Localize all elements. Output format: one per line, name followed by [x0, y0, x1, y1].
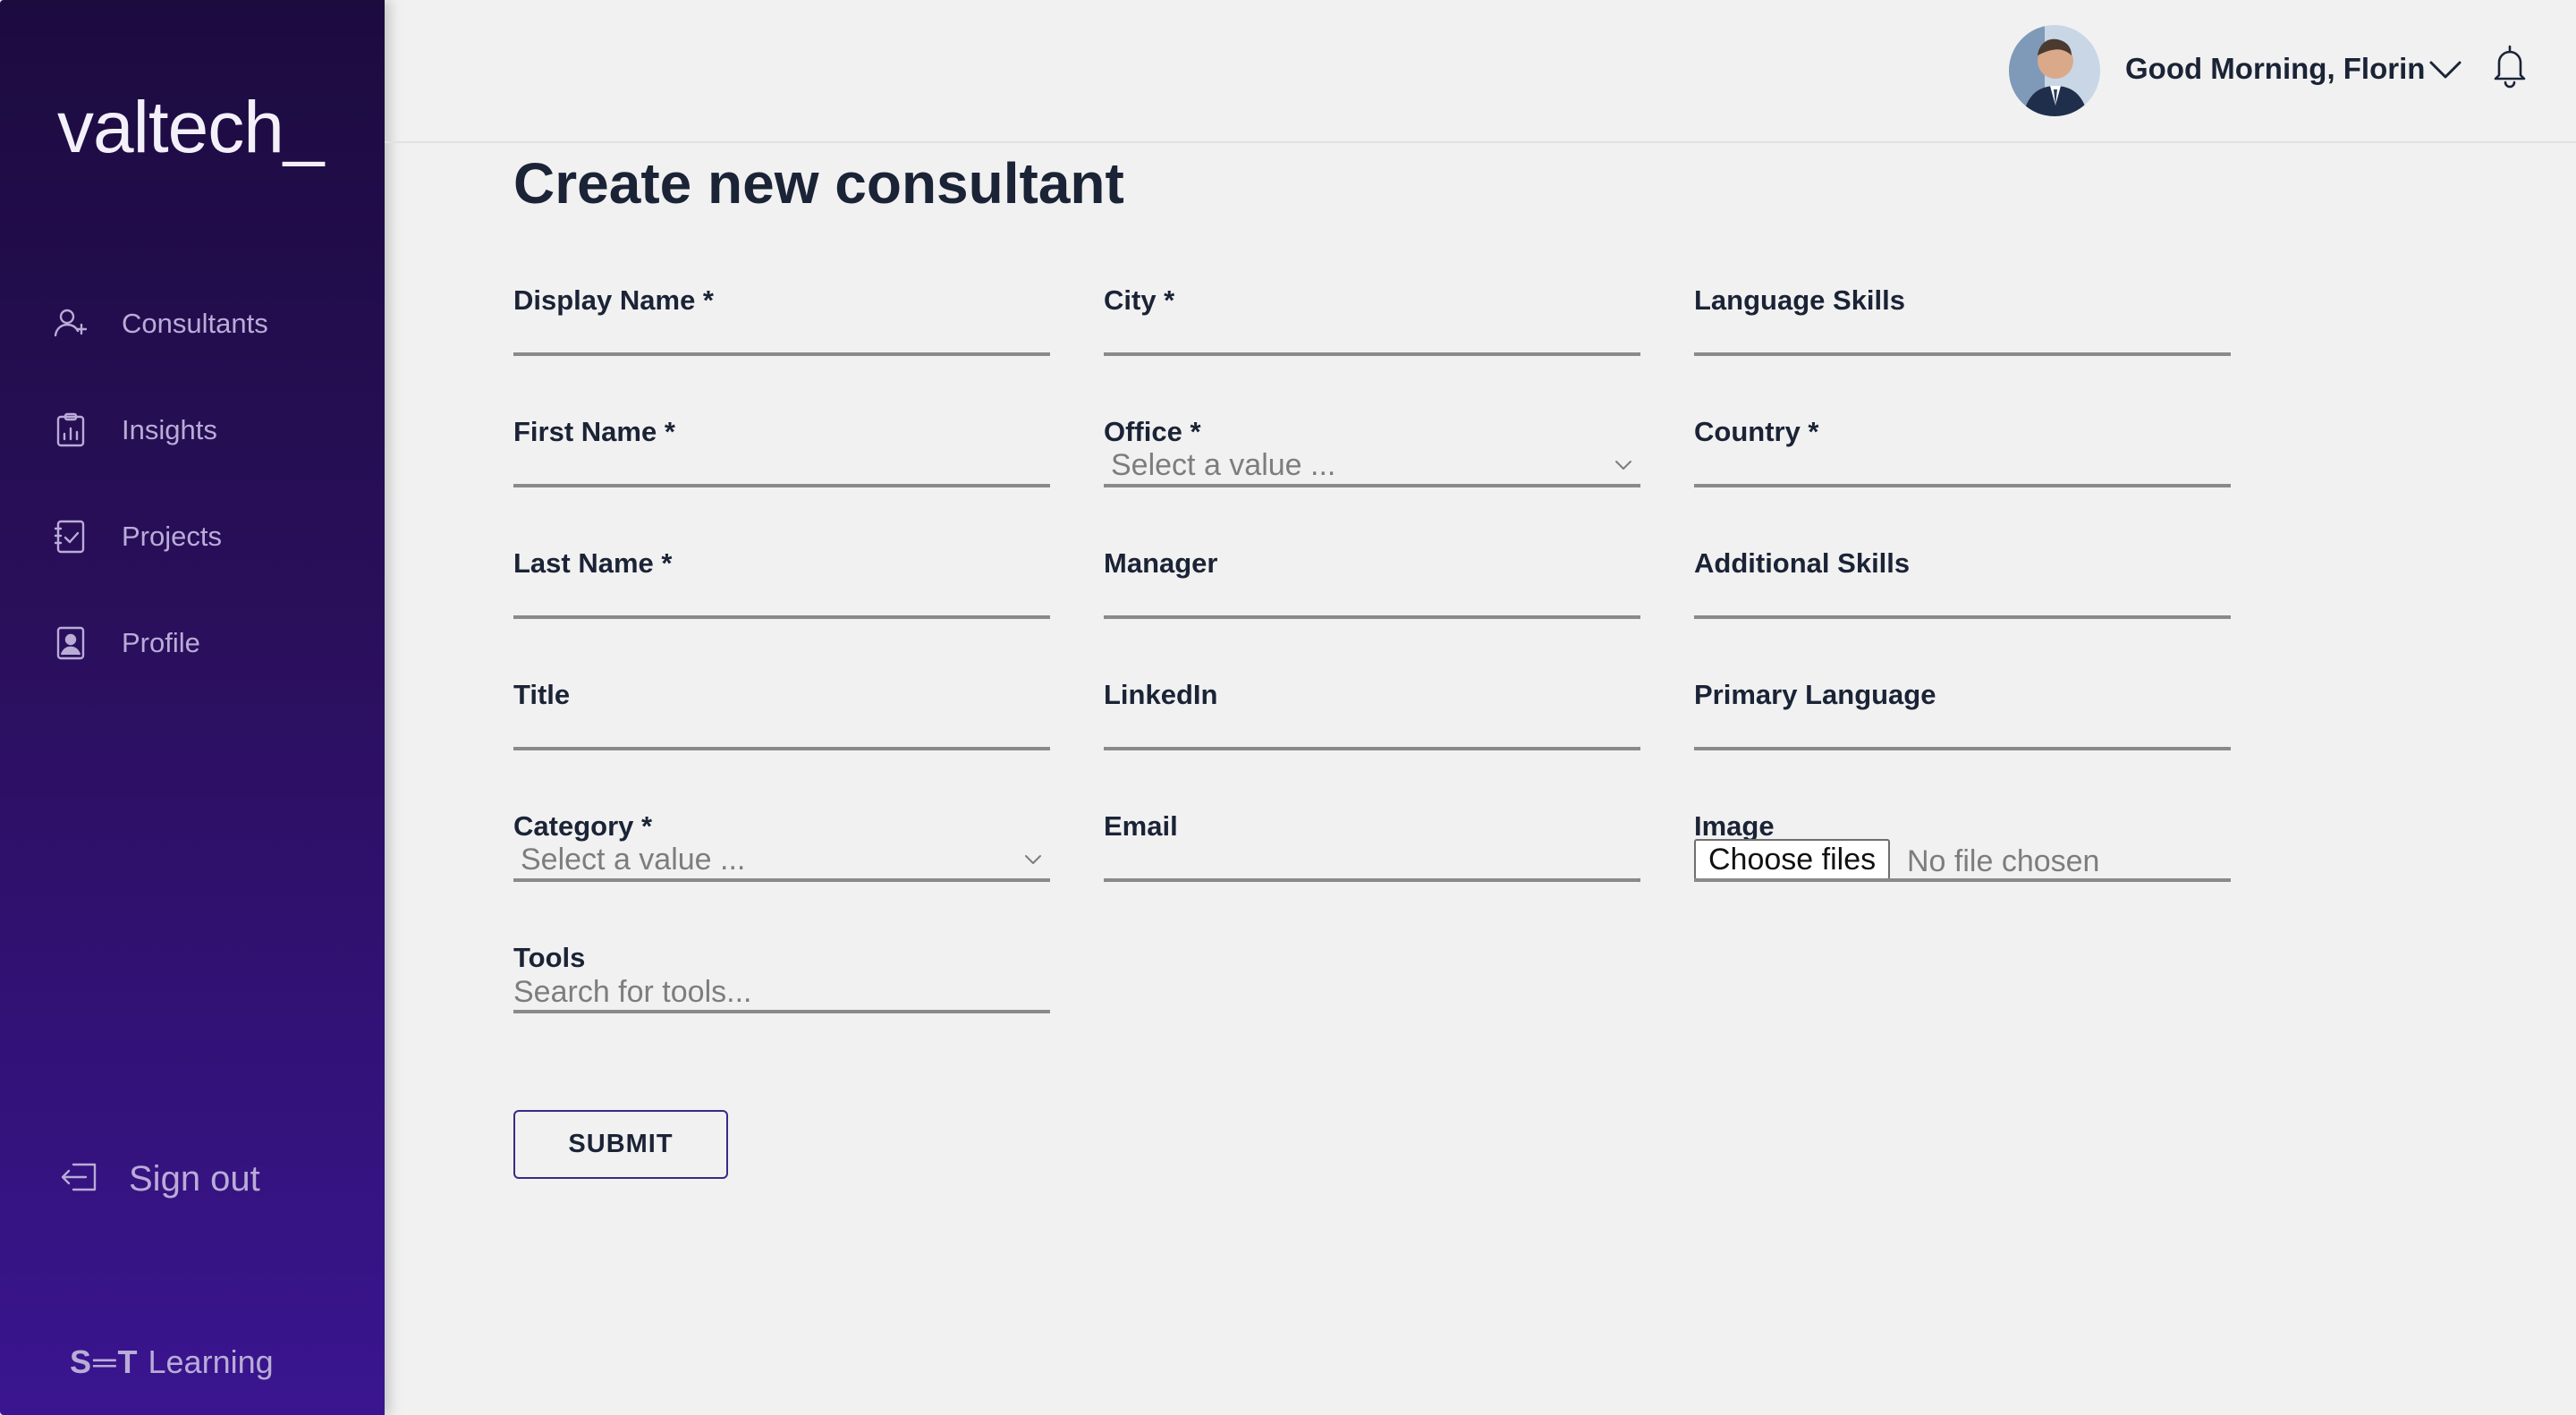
field-underline: [513, 747, 1050, 750]
clipboard-chart-icon: [52, 411, 89, 449]
linkedin-field: LinkedIn: [1104, 679, 1640, 750]
title-label: Title: [513, 679, 571, 710]
brand-word: Learning: [148, 1343, 274, 1380]
add-person-icon: [52, 305, 89, 343]
sidebar-item-label: Projects: [122, 521, 222, 552]
city-field: City *: [1104, 284, 1640, 356]
chevron-down-icon: [1615, 461, 1631, 470]
city-input[interactable]: [1104, 317, 1640, 352]
office-select[interactable]: Select a value ...: [1104, 446, 1640, 484]
chevron-down-icon[interactable]: [2426, 52, 2465, 88]
field-underline: [513, 1010, 1050, 1013]
primary-language-label: Primary Language: [1694, 679, 1936, 710]
sidebar-item-label: Insights: [122, 414, 217, 445]
last-name-field: Last Name *: [513, 547, 1050, 619]
first-name-field: First Name *: [513, 416, 1050, 487]
field-underline: [1694, 615, 2231, 619]
linkedin-input[interactable]: [1104, 711, 1640, 747]
manager-label: Manager: [1104, 547, 1218, 579]
field-underline: [1104, 615, 1640, 619]
field-underline: [513, 878, 1050, 882]
display-name-input[interactable]: [513, 317, 1050, 352]
primary-language-field: Primary Language: [1694, 679, 2231, 750]
sidebar-item-projects[interactable]: Projects: [52, 514, 222, 559]
category-field: Category * Select a value ...: [513, 810, 1050, 882]
field-underline: [1104, 747, 1640, 750]
greeting-text: Good Morning, Florin: [2125, 52, 2426, 85]
display-name-label: Display Name *: [513, 284, 714, 316]
language-skills-input[interactable]: [1694, 317, 2231, 352]
office-field: Office * Select a value ...: [1104, 416, 1640, 487]
display-name-field: Display Name *: [513, 284, 1050, 356]
email-field: Email: [1104, 810, 1640, 882]
page-title: Create new consultant: [513, 151, 1124, 216]
category-label: Category *: [513, 810, 653, 842]
language-skills-label: Language Skills: [1694, 284, 1906, 316]
sidebar-item-consultants[interactable]: Consultants: [52, 301, 268, 346]
tools-search-input[interactable]: [513, 974, 1050, 1010]
field-underline: [1104, 484, 1640, 487]
tools-label: Tools: [513, 942, 586, 973]
file-status-text: No file chosen: [1907, 844, 2100, 878]
submit-button[interactable]: SUBMIT: [513, 1110, 728, 1179]
sidebar-item-profile[interactable]: Profile: [52, 621, 200, 665]
office-select-value: Select a value ...: [1111, 448, 1336, 482]
sidebar-item-insights[interactable]: Insights: [52, 408, 217, 453]
category-select-value: Select a value ...: [521, 843, 746, 877]
image-field: Image Choose files No file chosen: [1694, 810, 2231, 882]
field-underline: [1694, 484, 2231, 487]
chevron-down-icon: [1025, 855, 1041, 864]
additional-skills-label: Additional Skills: [1694, 547, 1911, 579]
field-underline: [513, 484, 1050, 487]
field-underline: [513, 352, 1050, 356]
field-underline: [513, 615, 1050, 619]
field-underline: [1694, 878, 2231, 882]
country-field: Country *: [1694, 416, 2231, 487]
title-input[interactable]: [513, 711, 1050, 747]
brand-mark: S═T: [70, 1343, 140, 1380]
language-skills-field: Language Skills: [1694, 284, 2231, 356]
email-input[interactable]: [1104, 843, 1640, 878]
country-label: Country *: [1694, 416, 1819, 447]
bell-icon[interactable]: [2490, 43, 2529, 89]
last-name-input[interactable]: [513, 580, 1050, 615]
sign-out-icon: [59, 1159, 100, 1199]
field-underline: [1694, 352, 2231, 356]
person-badge-icon: [52, 624, 89, 662]
sidebar-item-label: Profile: [122, 627, 200, 658]
city-label: City *: [1104, 284, 1175, 316]
primary-language-input[interactable]: [1694, 711, 2231, 747]
additional-skills-input[interactable]: [1694, 580, 2231, 615]
email-label: Email: [1104, 810, 1178, 842]
office-label: Office *: [1104, 416, 1201, 447]
sign-out-button[interactable]: Sign out: [59, 1155, 260, 1203]
sign-out-label: Sign out: [129, 1158, 260, 1199]
brand-logo: S═T Learning: [70, 1343, 274, 1381]
title-field: Title: [513, 679, 1050, 750]
country-input[interactable]: [1694, 448, 2231, 484]
tools-field: Tools: [513, 942, 1050, 1013]
manager-input[interactable]: [1104, 580, 1640, 615]
image-label: Image: [1694, 810, 1775, 842]
choose-files-button[interactable]: Choose files: [1694, 839, 1891, 880]
field-underline: [1104, 878, 1640, 882]
additional-skills-field: Additional Skills: [1694, 547, 2231, 619]
linkedin-label: LinkedIn: [1104, 679, 1218, 710]
last-name-label: Last Name *: [513, 547, 673, 579]
checklist-icon: [52, 518, 89, 555]
logo: valtech_: [57, 87, 324, 168]
manager-field: Manager: [1104, 547, 1640, 619]
avatar[interactable]: [2009, 25, 2100, 116]
field-underline: [1694, 747, 2231, 750]
first-name-label: First Name *: [513, 416, 675, 447]
first-name-input[interactable]: [513, 448, 1050, 484]
sidebar-item-label: Consultants: [122, 308, 268, 339]
category-select[interactable]: Select a value ...: [513, 841, 1050, 878]
field-underline: [1104, 352, 1640, 356]
sidebar: valtech_ Consultants Insights Projects P…: [0, 0, 385, 1415]
